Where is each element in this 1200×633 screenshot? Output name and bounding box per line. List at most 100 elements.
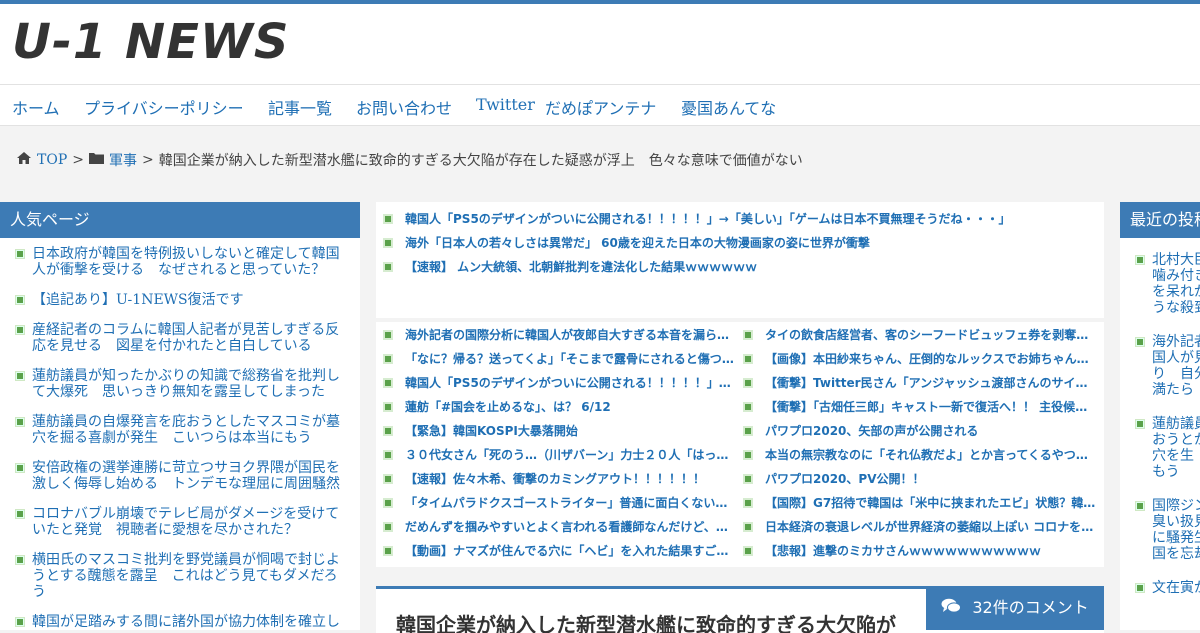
antenna-link[interactable]: タイの飲食店経営者、客のシーフードビュッフェ券を剥奪してしまう bbox=[765, 328, 1097, 342]
antenna-link[interactable]: 【国際】G7招待で韓国は「米中に挟まれたエビ」状態？韓国紙が報道 bbox=[765, 496, 1097, 510]
bullet-icon bbox=[16, 326, 24, 334]
bullet-icon bbox=[1136, 584, 1144, 592]
bullet-icon bbox=[385, 264, 391, 270]
site-logo[interactable]: U-1 NEWS bbox=[12, 14, 289, 70]
popular-page-item: 蓮舫議員が知ったかぶりの知識で総務省を批判して大爆死 思いっきり無知を露呈してし… bbox=[16, 368, 342, 400]
global-nav: ホーム プライバシーポリシー 記事一覧 お問い合わせ Twitter だめぽアン… bbox=[0, 85, 1200, 126]
recent-post-link[interactable]: 北村大臣が噛み付き者を呆れが言うな殺到 bbox=[1152, 252, 1200, 316]
antenna-link[interactable]: 【緊急】韓国KOSPI大暴落開始 bbox=[405, 424, 737, 438]
nav-yuukoku-antenna[interactable]: 憂国あんてな bbox=[681, 95, 776, 119]
recent-post-item: 北村大臣が噛み付き者を呆れが言うな殺到 bbox=[1136, 252, 1200, 316]
bullet-icon bbox=[16, 510, 24, 518]
antenna-link[interactable]: パワプロ2020、PV公開！！ bbox=[765, 472, 1097, 486]
comment-icon bbox=[941, 589, 962, 631]
antenna-link[interactable]: 蓮舫「#国会を止めるな」、は？ 6/12 bbox=[405, 400, 737, 414]
recent-post-item: 文在寅が bbox=[1136, 580, 1200, 596]
breadcrumb-top-link[interactable]: TOP bbox=[37, 152, 67, 168]
popular-page-link[interactable]: 蓮舫議員が知ったかぶりの知識で総務省を批判して大爆死 思いっきり無知を露呈してし… bbox=[32, 368, 340, 400]
nav-twitter[interactable]: Twitter bbox=[476, 95, 535, 114]
bullet-icon bbox=[745, 476, 751, 482]
bullet-icon bbox=[745, 356, 751, 362]
article-title: 韓国企業が納入した新型潜水艦に致命的すぎる大欠陥が bbox=[396, 613, 896, 633]
popular-page-item: 韓国が足踏みする間に諸外国が協力体制を確立して置いてけぼり 国際的な立場が危険な… bbox=[16, 614, 342, 630]
popular-page-link[interactable]: コロナバブル崩壊でテレビ局がダメージを受けていたと発覚 視聴者に愛想を尽かされた… bbox=[32, 506, 339, 538]
bullet-icon bbox=[745, 428, 751, 434]
bullet-icon bbox=[1136, 256, 1144, 264]
popular-page-link[interactable]: 日本政府が韓国を特例扱いしないと確定して韓国人が衝撃を受ける なぜされると思って… bbox=[32, 246, 340, 278]
recent-post-link[interactable]: 文在寅が bbox=[1152, 580, 1200, 596]
bullet-icon bbox=[385, 452, 391, 458]
antenna-link[interactable]: 海外記者の国際分析に韓国人が夜郎自大すぎる本音を漏らしてしまう bbox=[405, 328, 737, 342]
article-header: 韓国企業が納入した新型潜水艦に致命的すぎる大欠陥が 32件のコメント bbox=[376, 586, 1104, 633]
antenna-link[interactable]: 海外「日本人の若々しさは異常だ」 60歳を迎えた日本の大物漫画家の姿に世界が衝撃 bbox=[405, 236, 1095, 250]
bullet-icon bbox=[16, 556, 24, 564]
recent-posts-list: 北村大臣が噛み付き者を呆れが言うな殺到海外記者韓国人が見当り 自分不満たら蓮舫議… bbox=[1120, 238, 1200, 596]
recent-post-link[interactable]: 海外記者韓国人が見当り 自分不満たら bbox=[1152, 334, 1200, 398]
bullet-icon bbox=[16, 372, 24, 380]
nav-contact[interactable]: お問い合わせ bbox=[356, 95, 452, 119]
bullet-icon bbox=[385, 356, 391, 362]
antenna-link[interactable]: 【動画】ナマズが住んでる穴に「ヘビ」を入れた結果すごいことに bbox=[405, 544, 737, 558]
recent-posts-title: 最近の投稿 bbox=[1120, 202, 1200, 238]
popular-page-item: 横田氏のマスコミ批判を野党議員が恫喝で封じようとする醜態を露呈 これはどう見ても… bbox=[16, 552, 342, 600]
recent-post-item: 蓮舫議員庇おうとが墓穴を生 こもう bbox=[1136, 416, 1200, 480]
popular-page-link[interactable]: 横田氏のマスコミ批判を野党議員が恫喝で封じようとする醜態を露呈 これはどう見ても… bbox=[32, 552, 340, 600]
antenna-link[interactable]: 「タイムパラドクスゴーストライター」普通に面白くないんだが bbox=[405, 496, 737, 510]
antenna-link[interactable]: だめんずを掴みやすいとよく言われる看護師なんだけど、どうなの？ bbox=[405, 520, 737, 534]
antenna-link[interactable]: ３０代女さん「死のう…（川ザバーン」力士２０人「はっけよーい」 bbox=[405, 448, 737, 462]
antenna-link[interactable]: 【悲報】進撃のミカサさんｗｗｗｗｗｗｗｗｗｗｗ bbox=[765, 544, 1097, 558]
nav-home[interactable]: ホーム bbox=[12, 95, 60, 119]
nav-privacy-policy[interactable]: プライバシーポリシー bbox=[84, 95, 244, 119]
bullet-icon bbox=[1136, 502, 1144, 510]
bullet-icon bbox=[385, 404, 391, 410]
antenna-link[interactable]: パワプロ2020、矢部の声が公開される bbox=[765, 424, 1097, 438]
antenna-link[interactable]: 【衝撃】Twitter民さん「アンジャッシュ渡部さんのサインください」 bbox=[765, 376, 1097, 390]
antenna-top-box: 韓国人「PS5のデザインがついに公開される！！！！！」→「美しい」「ゲームは日本… bbox=[376, 202, 1104, 318]
antenna-link[interactable]: 日本経済の衰退レベルが世界経済の萎縮以上ぽい コロナを言い訳に bbox=[765, 520, 1097, 534]
popular-page-item: 日本政府が韓国を特例扱いしないと確定して韓国人が衝撃を受ける なぜされると思って… bbox=[16, 246, 342, 278]
comments-button[interactable]: 32件のコメント bbox=[926, 589, 1104, 631]
bullet-icon bbox=[1136, 338, 1144, 346]
recent-posts-widget: 最近の投稿 北村大臣が噛み付き者を呆れが言うな殺到海外記者韓国人が見当り 自分不… bbox=[1120, 202, 1200, 630]
popular-page-item: 蓮舫議員の自爆発言を庇おうとしたマスコミが墓穴を掘る喜劇が発生 こいつらは本当に… bbox=[16, 414, 342, 446]
bullet-icon bbox=[385, 332, 391, 338]
breadcrumb-separator: > bbox=[141, 152, 154, 168]
bullet-icon bbox=[16, 296, 24, 304]
recent-post-link[interactable]: 国際ジン散臭い扱見事に騒発生 国を忘却し bbox=[1152, 498, 1200, 562]
bullet-icon bbox=[385, 216, 391, 222]
recent-post-item: 国際ジン散臭い扱見事に騒発生 国を忘却し bbox=[1136, 498, 1200, 562]
site-header: U-1 NEWS bbox=[0, 4, 1200, 85]
popular-page-item: 安倍政権の選挙連勝に苛立つサヨク界隈が国民を激しく侮辱し始める トンデモな理屈に… bbox=[16, 460, 342, 492]
bullet-icon bbox=[1136, 420, 1144, 428]
popular-page-item: 産経記者のコラムに韓国人記者が見苦しすぎる反応を見せる 図星を付かれたと自白して… bbox=[16, 322, 342, 354]
breadcrumb-separator: > bbox=[72, 152, 84, 168]
antenna-link[interactable]: 【速報】佐々木希、衝撃のカミングアウト！！！！！！ bbox=[405, 472, 737, 486]
bullet-icon bbox=[16, 250, 24, 258]
antenna-link[interactable]: 【速報】 ムン大統領、北朝鮮批判を違法化した結果ｗｗｗｗｗｗ bbox=[405, 260, 1095, 274]
popular-page-link[interactable]: 【追記あり】U-1NEWS復活です bbox=[32, 292, 244, 308]
antenna-link[interactable]: 本当の無宗教なのに「それ仏教だよ」とか言ってくるやつなんなの bbox=[765, 448, 1097, 462]
breadcrumb: TOP > 軍事 > 韓国企業が納入した新型潜水艦に致命的すぎる大欠陥が存在した… bbox=[16, 150, 803, 170]
bullet-icon bbox=[16, 418, 24, 426]
bullet-icon bbox=[16, 618, 24, 626]
antenna-link[interactable]: 【画像】本田紗来ちゃん、圧倒的なルックスでお姉ちゃん超えてしまう bbox=[765, 352, 1097, 366]
antenna-link[interactable]: 「なに？帰る？送ってくよ」「そこまで露骨にされると傷つくんだけど」 bbox=[405, 352, 737, 366]
antenna-link[interactable]: 韓国人「PS5のデザインがついに公開される！！！！！」→「美しい」「ゲームは日本… bbox=[405, 212, 1095, 226]
antenna-link[interactable]: 【衝撃】「古畑任三郎」キャスト一新で復活へ！！ 主役候補がヤバすぎる bbox=[765, 400, 1097, 414]
recent-post-link[interactable]: 蓮舫議員庇おうとが墓穴を生 こもう bbox=[1152, 416, 1200, 480]
popular-page-link[interactable]: 韓国が足踏みする間に諸外国が協力体制を確立して置いてけぼり 国際的な立場が危険な… bbox=[32, 614, 340, 630]
popular-page-item: コロナバブル崩壊でテレビ局がダメージを受けていたと発覚 視聴者に愛想を尽かされた… bbox=[16, 506, 342, 538]
antenna-link[interactable]: 韓国人「PS5のデザインがついに公開される！！！！！」→「美しい」 bbox=[405, 376, 737, 390]
nav-damepo-antenna[interactable]: だめぽアンテナ bbox=[545, 95, 656, 119]
folder-icon bbox=[88, 152, 104, 168]
popular-pages-title: 人気ページ bbox=[0, 202, 360, 238]
popular-page-link[interactable]: 安倍政権の選挙連勝に苛立つサヨク界隈が国民を激しく侮辱し始める トンデモな理屈に… bbox=[32, 460, 340, 492]
nav-article-list[interactable]: 記事一覧 bbox=[268, 95, 332, 119]
popular-page-link[interactable]: 蓮舫議員の自爆発言を庇おうとしたマスコミが墓穴を掘る喜劇が発生 こいつらは本当に… bbox=[32, 414, 340, 446]
bullet-icon bbox=[385, 380, 391, 386]
bullet-icon bbox=[385, 500, 391, 506]
breadcrumb-category-link[interactable]: 軍事 bbox=[109, 150, 137, 170]
home-icon bbox=[16, 151, 32, 169]
breadcrumb-current: 韓国企業が納入した新型潜水艦に致命的すぎる大欠陥が存在した疑惑が浮上 色々な意味… bbox=[158, 153, 803, 169]
popular-page-link[interactable]: 産経記者のコラムに韓国人記者が見苦しすぎる反応を見せる 図星を付かれたと自白して… bbox=[32, 322, 339, 354]
